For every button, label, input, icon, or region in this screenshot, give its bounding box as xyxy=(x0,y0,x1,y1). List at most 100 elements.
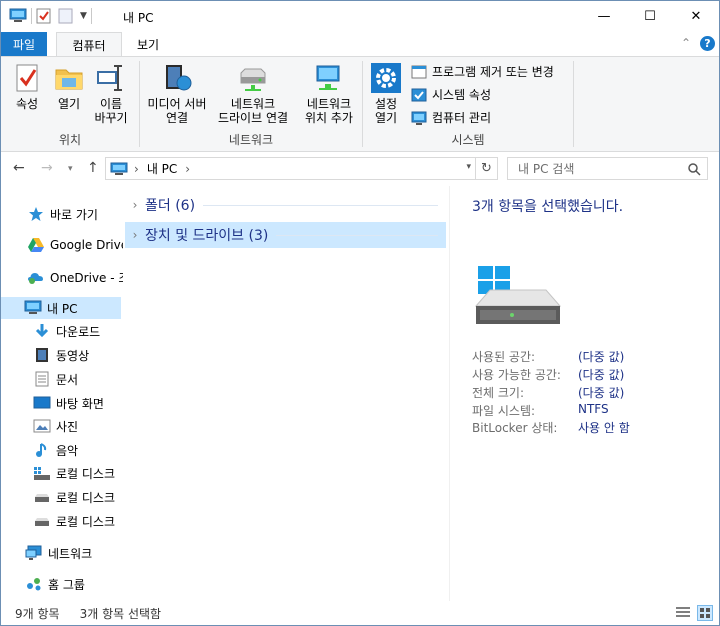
bitlocker-label: BitLocker 상태: xyxy=(472,421,558,435)
nav-item-documents[interactable]: 문서 xyxy=(33,368,78,390)
nav-item-local-disk-1[interactable]: 로컬 디스크 xyxy=(33,462,115,484)
star-icon xyxy=(29,207,43,221)
back-arrow-icon[interactable]: ← xyxy=(13,160,25,176)
computer-management-icon xyxy=(411,111,427,125)
new-folder-icon[interactable] xyxy=(58,8,74,24)
expand-chevron-icon[interactable]: › xyxy=(125,228,145,242)
free-space-value: (다중 값) xyxy=(578,368,625,382)
rename-label-line2: 바꾸기 xyxy=(94,111,128,125)
nav-label: 음악 xyxy=(56,443,79,458)
file-list: › 폴더 (6) › 장치 및 드라이브 (3) xyxy=(125,186,449,601)
system-properties-icon xyxy=(411,88,427,101)
tab-view[interactable]: 보기 xyxy=(128,32,168,56)
help-icon[interactable]: ? xyxy=(700,36,715,51)
quick-access-toolbar: ▼ xyxy=(9,7,96,25)
breadcrumb-separator[interactable]: › xyxy=(134,162,139,176)
group-header-label: 폴더 (6) xyxy=(145,198,196,214)
nav-item-desktop[interactable]: 바탕 화면 xyxy=(33,392,104,414)
network-location-icon xyxy=(316,65,340,90)
group-divider xyxy=(203,204,438,206)
close-button[interactable]: ✕ xyxy=(673,1,719,32)
nav-item-downloads[interactable]: 다운로드 xyxy=(33,320,100,342)
open-settings-button[interactable]: 설정 열기 xyxy=(369,61,403,125)
music-note-icon xyxy=(36,443,47,457)
search-icon[interactable] xyxy=(687,162,701,176)
nav-label: 로컬 디스크 xyxy=(56,466,116,481)
map-drive-label-line2: 드라이브 연결 xyxy=(217,111,289,125)
status-bar: 9개 항목 3개 항목 선택함 xyxy=(1,601,719,625)
google-drive-icon xyxy=(28,238,44,252)
system-properties-button[interactable]: 시스템 속성 xyxy=(411,86,491,103)
maximize-button[interactable]: ☐ xyxy=(627,1,673,32)
rename-button[interactable]: 이름 바꾸기 xyxy=(91,61,131,125)
rename-icon xyxy=(97,65,122,91)
nav-item-pictures[interactable]: 사진 xyxy=(33,415,78,437)
add-location-label-line1: 네트워크 xyxy=(306,97,352,111)
nav-item-homegroup[interactable]: 홈 그룹 xyxy=(25,573,85,595)
up-arrow-icon[interactable]: ↑ xyxy=(87,160,99,176)
open-button[interactable]: 열기 xyxy=(51,61,87,111)
media-server-label-line2: 연결 xyxy=(165,111,189,125)
hard-drive-icon xyxy=(35,494,49,502)
ribbon-group-system: 설정 열기 프로그램 제거 또는 변경 시스템 속성 컴퓨터 관리 시스템 xyxy=(363,57,573,151)
address-bar[interactable]: › 내 PC › ▾ ↻ xyxy=(105,157,498,180)
settings-label-line1: 설정 xyxy=(374,97,398,111)
windows-drive-icon xyxy=(34,467,50,480)
group-header-label: 장치 및 드라이브 (3) xyxy=(145,228,269,244)
uninstall-icon xyxy=(411,65,427,78)
picture-icon xyxy=(33,419,51,433)
nav-item-local-disk-3[interactable]: 로컬 디스크 xyxy=(33,510,115,532)
refresh-icon[interactable]: ↻ xyxy=(475,158,497,179)
bitlocker-value: 사용 안 함 xyxy=(578,421,630,435)
used-space-value: (다중 값) xyxy=(578,350,625,364)
nav-label: 네트워크 xyxy=(48,546,93,561)
address-history-chevron-icon[interactable]: ▾ xyxy=(466,162,471,172)
group-divider xyxy=(276,234,438,236)
nav-item-network[interactable]: 네트워크 xyxy=(25,542,92,564)
details-view-icon[interactable] xyxy=(675,606,691,620)
breadcrumb-this-pc[interactable]: 내 PC xyxy=(147,160,177,177)
nav-item-this-pc[interactable]: 내 PC xyxy=(1,297,121,319)
nav-label: Google Drive xyxy=(50,238,123,252)
ribbon-group-divider xyxy=(573,61,574,147)
nav-item-local-disk-2[interactable]: 로컬 디스크 xyxy=(33,486,115,508)
large-icons-view-icon[interactable] xyxy=(697,605,713,621)
nav-item-google-drive[interactable]: Google Drive xyxy=(27,234,123,256)
group-header-devices[interactable]: › 장치 및 드라이브 (3) xyxy=(125,222,446,248)
hard-drive-icon xyxy=(35,518,49,526)
recent-locations-chevron-icon[interactable]: ▾ xyxy=(68,164,73,174)
drive-preview-icon xyxy=(474,266,562,324)
add-location-label-line2: 위치 추가 xyxy=(305,111,353,125)
nav-item-videos[interactable]: 동영상 xyxy=(33,344,89,366)
properties-check-icon[interactable] xyxy=(36,8,52,24)
nav-label: 홈 그룹 xyxy=(48,577,85,592)
breadcrumb-separator[interactable]: › xyxy=(185,162,190,176)
minimize-button[interactable]: — xyxy=(581,1,627,32)
expand-chevron-icon[interactable]: › xyxy=(125,198,145,212)
tab-file[interactable]: 파일 xyxy=(1,32,47,56)
search-input[interactable]: 내 PC 검색 xyxy=(507,157,708,180)
nav-item-onedrive[interactable]: OneDrive - 조 xyxy=(27,266,123,288)
nav-item-quick-access[interactable]: 바로 가기 xyxy=(27,203,98,225)
group-header-folders[interactable]: › 폴더 (6) xyxy=(125,192,446,218)
computer-icon[interactable] xyxy=(9,8,27,24)
nav-label: OneDrive - 조 xyxy=(50,270,123,285)
settings-label-line2: 열기 xyxy=(374,111,398,125)
media-server-label-line1: 미디어 서버 xyxy=(147,97,207,111)
customize-toolbar-dropdown-icon[interactable]: ▼ xyxy=(80,11,87,21)
computer-management-label: 컴퓨터 관리 xyxy=(432,111,492,125)
collapse-ribbon-icon[interactable]: ⌃ xyxy=(681,36,691,50)
computer-management-button[interactable]: 컴퓨터 관리 xyxy=(411,109,491,126)
forward-arrow-icon[interactable]: → xyxy=(41,160,53,176)
nav-item-music[interactable]: 음악 xyxy=(33,439,78,461)
computer-icon xyxy=(110,162,128,175)
add-network-location-button[interactable]: 네트워크 위치 추가 xyxy=(298,61,360,125)
nav-label: 바로 가기 xyxy=(50,207,98,222)
media-server-button[interactable]: 미디어 서버 연결 xyxy=(144,61,210,125)
system-properties-label: 시스템 속성 xyxy=(432,88,492,102)
uninstall-program-button[interactable]: 프로그램 제거 또는 변경 xyxy=(411,63,554,80)
download-arrow-icon xyxy=(35,324,49,338)
properties-button[interactable]: 속성 xyxy=(9,61,45,111)
tab-computer[interactable]: 컴퓨터 xyxy=(56,32,122,57)
map-network-drive-button[interactable]: 네트워크 드라이브 연결 xyxy=(212,61,294,125)
